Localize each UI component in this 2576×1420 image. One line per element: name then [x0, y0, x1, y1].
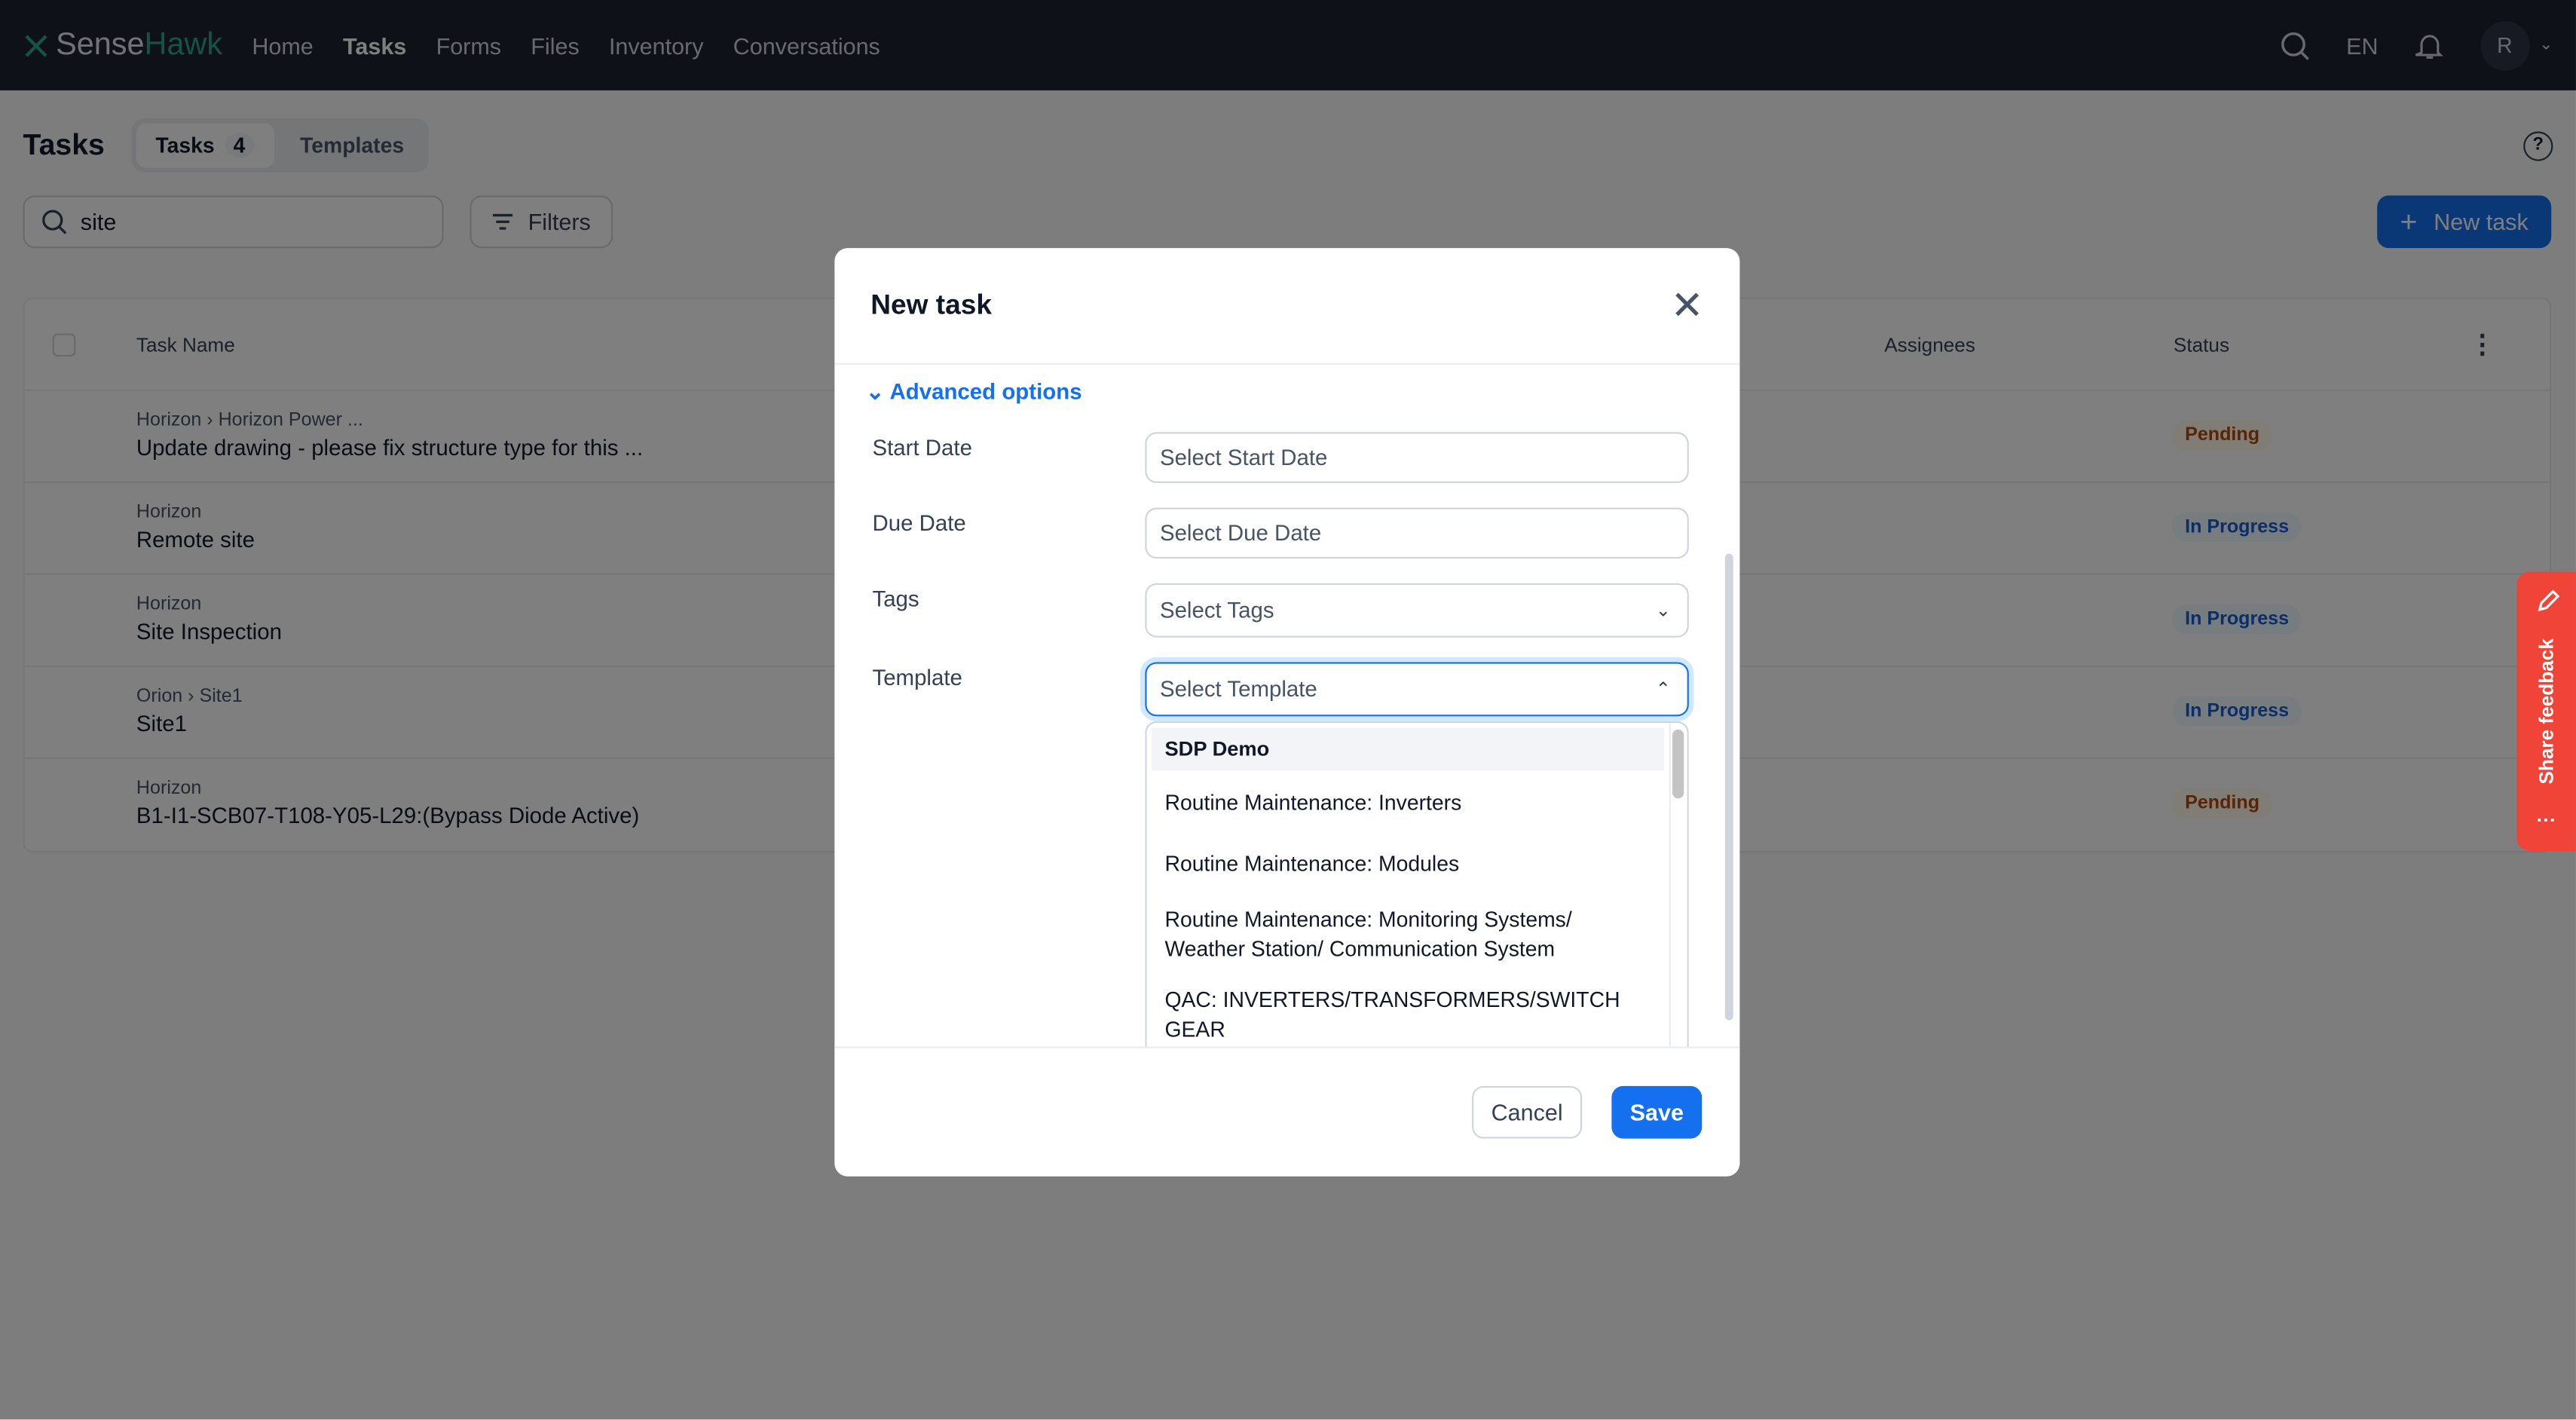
modal-footer: Cancel Save [834, 1046, 1740, 1177]
advanced-options-toggle[interactable]: ⌄ Advanced options [866, 380, 1082, 406]
close-icon[interactable]: ✕ [1671, 282, 1704, 329]
share-feedback-button[interactable]: Share feedback ··· [2516, 571, 2576, 852]
placeholder: Select Due Date [1159, 520, 1322, 546]
template-label: Template [872, 665, 962, 690]
due-date-label: Due Date [872, 510, 966, 536]
due-date-input[interactable]: Select Due Date [1145, 507, 1689, 559]
template-option[interactable]: Routine Maintenance: Inverters [1147, 788, 1687, 818]
start-date-input[interactable]: Select Start Date [1145, 432, 1689, 483]
tags-label: Tags [872, 586, 919, 611]
modal-header: New task ✕ [834, 248, 1740, 365]
dots-icon: ··· [2536, 808, 2556, 831]
template-option[interactable]: Routine Maintenance: Modules [1147, 849, 1687, 879]
placeholder: Select Tags [1159, 598, 1274, 623]
template-dropdown: SDP Demo Routine Maintenance: Inverters … [1145, 721, 1689, 1050]
chevron-down-icon: ⌄ [1655, 601, 1671, 621]
modal-scrollbar[interactable] [1724, 553, 1733, 1021]
placeholder: Select Start Date [1159, 445, 1328, 470]
share-feedback-label: Share feedback [2535, 638, 2558, 785]
dropdown-scrollbar-thumb[interactable] [1672, 729, 1684, 799]
cancel-button[interactable]: Cancel [1472, 1085, 1583, 1139]
new-task-modal: New task ✕ ⌄ Advanced options Start Date… [834, 248, 1740, 1177]
save-button[interactable]: Save [1611, 1085, 1703, 1139]
modal-title: New task [870, 289, 992, 321]
dropdown-scrollbar-track[interactable] [1669, 723, 1687, 1050]
template-select[interactable]: Select Template ⌃ [1145, 662, 1689, 717]
chevron-down-icon: ⌄ [865, 379, 885, 405]
placeholder: Select Template [1159, 677, 1317, 702]
chevron-up-icon: ⌃ [1655, 680, 1671, 700]
option-group-sdp-demo: SDP Demo [1152, 727, 1665, 771]
advanced-options-label: Advanced options [889, 379, 1082, 405]
template-option[interactable]: QAC: INVERTERS/TRANSFORMERS/SWITCHGEAR [1147, 986, 1640, 1045]
template-option[interactable]: Routine Maintenance: Monitoring Systems/… [1147, 905, 1640, 964]
tags-select[interactable]: Select Tags ⌄ [1145, 583, 1689, 638]
start-date-label: Start Date [872, 435, 972, 461]
pencil-icon [2538, 589, 2560, 611]
